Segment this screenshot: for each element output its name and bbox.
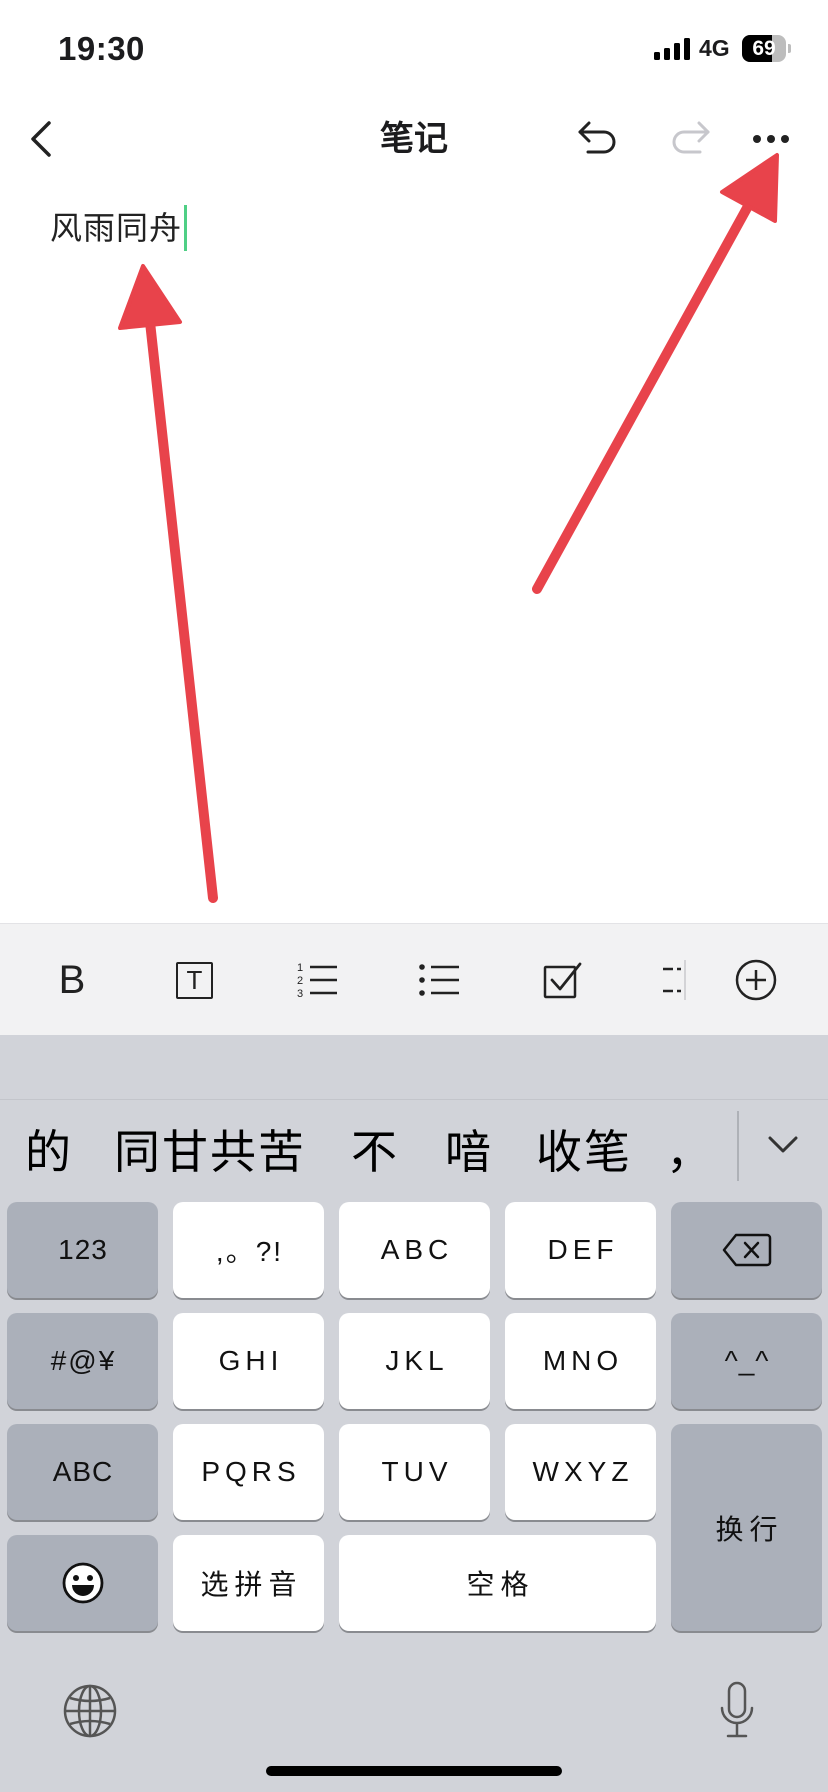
candidate-word[interactable]: 喑: [445, 1121, 493, 1183]
annotation-arrow-to-note-text: [118, 264, 218, 903]
key-label: #@¥: [50, 1345, 117, 1376]
list-digit: 1: [297, 962, 303, 974]
note-editor[interactable]: 风雨同舟: [50, 200, 188, 256]
key-abc-switch[interactable]: ABC: [7, 1424, 158, 1520]
text-cursor: [184, 204, 188, 251]
key-select-pinyin[interactable]: 选拼音: [173, 1535, 324, 1631]
home-indicator[interactable]: [266, 1766, 562, 1776]
undo-icon[interactable]: [576, 120, 620, 158]
key-label: 换行: [715, 1512, 784, 1546]
key-label: PQRS: [201, 1456, 301, 1487]
candidate-word[interactable]: ，: [666, 1121, 714, 1183]
key-label: ^_^: [724, 1345, 770, 1376]
backspace-icon: [722, 1233, 771, 1267]
key-123[interactable]: 123: [7, 1202, 158, 1298]
key-label: JKL: [385, 1345, 449, 1376]
list-digit: 3: [297, 988, 303, 1000]
redo-icon[interactable]: [668, 120, 712, 158]
key-label: 123: [58, 1234, 108, 1265]
numbered-list-icon[interactable]: 1 2 3: [295, 960, 339, 1000]
insert-plus-icon[interactable]: [734, 958, 778, 1002]
key-label: ABC: [380, 1234, 454, 1265]
key-symbols[interactable]: #@¥: [7, 1313, 158, 1409]
key-jkl[interactable]: JKL: [339, 1313, 490, 1409]
key-label: 选拼音: [200, 1568, 303, 1601]
key-punctuation[interactable]: ,。?!: [173, 1202, 324, 1298]
annotation-arrow-to-more-button: [532, 153, 779, 594]
note-content: 风雨同舟: [50, 210, 183, 246]
key-label: ABC: [52, 1456, 114, 1487]
candidate-word[interactable]: 的: [25, 1121, 73, 1183]
battery-level: 69: [752, 37, 776, 60]
key-label: WXYZ: [532, 1456, 634, 1487]
list-digit: 2: [297, 975, 303, 987]
key-abc[interactable]: ABC: [339, 1202, 490, 1298]
key-return[interactable]: 换行: [671, 1424, 822, 1631]
candidate-word[interactable]: 收笔: [536, 1121, 632, 1183]
key-backspace[interactable]: [671, 1202, 822, 1298]
text-style-glyph: T: [186, 965, 203, 995]
key-emoticon[interactable]: ^_^: [671, 1313, 822, 1409]
key-space[interactable]: 空格: [339, 1535, 656, 1631]
candidate-word[interactable]: 不: [351, 1121, 399, 1183]
format-toolbar: B T 1 2 3: [0, 923, 828, 1035]
battery-cap: [788, 44, 791, 53]
key-wxyz[interactable]: WXYZ: [505, 1424, 656, 1520]
network-type: 4G: [699, 35, 730, 61]
candidate-word[interactable]: 同甘共苦: [114, 1121, 306, 1183]
key-label: GHI: [218, 1345, 284, 1376]
keyboard: 的 同甘共苦 不 喑 收笔 ， 123 ,。?! ABC DEF #@¥ GHI…: [0, 1035, 828, 1792]
checklist-icon[interactable]: [542, 958, 584, 1000]
globe-icon[interactable]: [62, 1683, 118, 1739]
key-pqrs[interactable]: PQRS: [173, 1424, 324, 1520]
candidate-separator: [737, 1111, 739, 1181]
key-tuv[interactable]: TUV: [339, 1424, 490, 1520]
key-label: DEF: [547, 1234, 619, 1265]
collapse-chevron-icon[interactable]: [766, 1133, 800, 1157]
bold-icon[interactable]: B: [50, 956, 94, 1004]
status-time: 19:30: [58, 30, 145, 67]
candidate-divider: [0, 1099, 828, 1100]
signal-bar: [664, 48, 670, 60]
microphone-icon[interactable]: [717, 1681, 757, 1741]
cellular-signal-icon: [654, 38, 690, 60]
signal-bar: [674, 43, 680, 60]
more-icon[interactable]: [750, 127, 794, 151]
signal-bar: [684, 38, 690, 60]
key-label: 空格: [466, 1568, 535, 1601]
text-style-icon[interactable]: T: [176, 962, 213, 999]
key-emoji[interactable]: [7, 1535, 158, 1631]
emoji-icon: [62, 1562, 103, 1604]
divider-icon[interactable]: [661, 960, 687, 1000]
key-label: TUV: [381, 1456, 453, 1487]
signal-bar: [654, 52, 660, 60]
key-def[interactable]: DEF: [505, 1202, 656, 1298]
battery-icon: 69: [742, 35, 786, 62]
key-mno[interactable]: MNO: [505, 1313, 656, 1409]
bullet-list-icon[interactable]: [417, 960, 461, 1000]
key-ghi[interactable]: GHI: [173, 1313, 324, 1409]
key-label: MNO: [542, 1345, 624, 1376]
key-label: ,。?!: [215, 1236, 284, 1267]
